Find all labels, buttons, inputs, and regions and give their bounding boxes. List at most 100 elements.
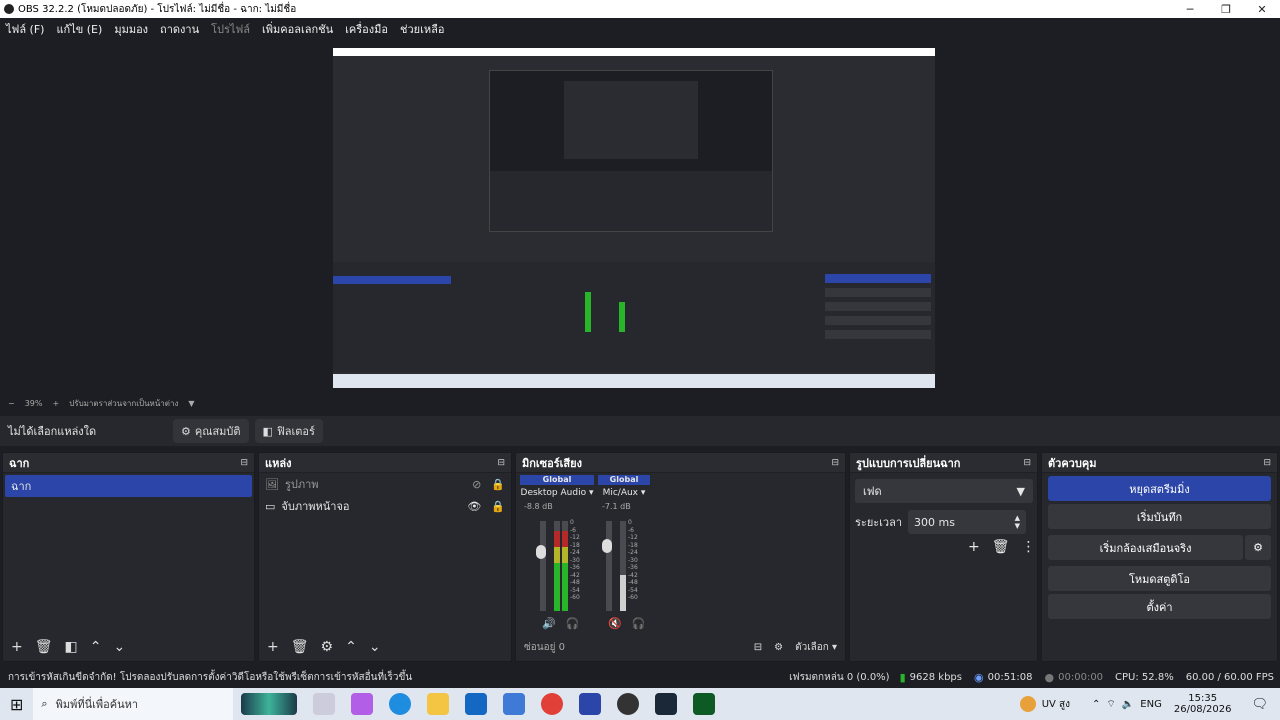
maximize-button[interactable]: ❐ [1208,3,1244,16]
trash-icon[interactable]: 🗑 [35,639,53,655]
chrome-icon[interactable] [541,693,564,715]
store-icon[interactable] [465,693,488,715]
down-arrow-icon[interactable]: ⌄ [113,639,125,655]
preview-canvas[interactable] [333,48,935,388]
stop-streaming-button[interactable]: หยุดสตรีมมิ่ง [1048,476,1271,501]
weather-text[interactable]: UV สูง [1042,697,1070,712]
studio-mode-button[interactable]: โหมดสตูดิโอ [1048,566,1271,591]
eye-icon[interactable]: 👁 [467,500,481,513]
eye-hidden-icon[interactable]: ⊘ [472,478,481,491]
headphones-icon[interactable]: 🎧 [566,617,580,630]
file-explorer-icon[interactable] [427,693,450,715]
gear-icon[interactable]: ⚙ [321,639,334,655]
source-toolbar: ไม่ได้เลือกแหล่งใด ⚙ คุณสมบัติ ◧ ฟิลเตอร… [0,416,1280,446]
volume-slider-track[interactable] [606,521,612,611]
volume-icon[interactable]: 🔈 [1122,699,1134,710]
lang-indicator[interactable]: ENG [1140,699,1162,710]
filters-button[interactable]: ◧ ฟิลเตอร์ [254,419,323,443]
channel-db: -7.1 dB [602,502,631,511]
menu-scene-collection[interactable]: เพิ่มคอลเลกชัน [262,20,333,38]
chevron-down-icon: ▼ [1016,484,1025,498]
start-recording-button[interactable]: เริ่มบันทึก [1048,504,1271,529]
source-item[interactable]: 🖼 รูปภาพ ⊘ 🔒 [259,473,511,495]
mixer-header: มิกเซอร์เสียง ⊟ [516,453,845,473]
volume-slider-handle[interactable] [602,539,612,553]
trash-icon[interactable]: 🗑 [291,639,309,655]
windows-taskbar: ⊞ ⌕ พิมพ์ที่นี่เพื่อค้นหา UV สูง ⌃ ⌔ 🔈 E… [0,688,1280,720]
chevron-up-icon[interactable]: ⌃ [1092,699,1100,710]
undock-icon[interactable]: ⊟ [497,458,505,468]
menu-dock[interactable]: ถาดงาน [160,20,199,38]
lock-icon[interactable]: 🔒 [491,500,505,513]
nested-docks [490,171,772,231]
transition-select[interactable]: เฟด ▼ [855,479,1033,503]
scale-mode-dropdown[interactable]: ▼ [188,399,194,408]
add-icon[interactable]: + [267,639,279,655]
app-icon[interactable] [579,693,602,715]
scene-item[interactable]: ฉาก [5,475,252,497]
speaker-icon[interactable]: 🔊 [542,617,556,630]
clock[interactable]: 15:35 26/08/2026 [1174,693,1232,715]
stepper-icon[interactable]: ▲ ▼ [1015,514,1020,530]
undock-icon[interactable]: ⊟ [831,458,839,468]
obs-icon[interactable] [617,693,640,715]
lock-icon[interactable]: 🔒 [491,478,505,491]
window-title: OBS 32.2.2 (โหมดปลอดภัย) - โปรไฟล์: ไม่ม… [18,3,297,15]
virtual-camera-button[interactable]: เริ่มกล้องเสมือนจริง [1048,535,1243,560]
channel-name[interactable]: Desktop Audio ▾ [520,488,594,498]
minimize-button[interactable]: ─ [1172,3,1208,16]
menu-profile[interactable]: โปรไฟล์ [211,20,250,38]
trash-icon[interactable]: 🗑 [992,539,1010,555]
scenes-title: ฉาก [9,456,30,470]
edge-icon[interactable] [389,693,412,715]
muted-speaker-icon[interactable]: 🔇 [608,617,622,630]
close-button[interactable]: ✕ [1244,3,1280,16]
add-icon[interactable]: + [11,639,23,655]
headphones-icon[interactable]: 🎧 [632,617,646,630]
preview-zoom-bar: − 39% + ปรับมาตราส่วนจากเป็นหน้าต่าง ▼ [0,396,1280,410]
zoom-out-button[interactable]: − [8,399,15,408]
notification-icon[interactable]: 🗨 [1251,697,1268,712]
windows-start-icon[interactable]: ⊞ [10,695,23,714]
more-icon[interactable]: ⋮ [1022,539,1036,555]
network-icon[interactable]: ⌔ [1106,698,1115,711]
undock-icon[interactable]: ⊟ [1263,458,1271,468]
layout-icon[interactable]: ⊟ [754,642,762,653]
volume-slider-handle[interactable] [536,545,546,559]
steam-icon[interactable] [655,693,678,715]
weather-icon[interactable] [1019,696,1036,712]
undock-icon[interactable]: ⊟ [240,458,248,468]
stream-time: 00:51:08 [987,671,1033,683]
scale-mode-label[interactable]: ปรับมาตราส่วนจากเป็นหน้าต่าง [69,397,178,410]
copilot-icon[interactable] [351,693,374,715]
menu-help[interactable]: ช่วยเหลือ [400,20,444,38]
up-arrow-icon[interactable]: ⌃ [345,639,357,655]
up-arrow-icon[interactable]: ⌃ [90,639,102,655]
aurora-widget-icon[interactable] [241,693,298,715]
duration-input[interactable]: 300 ms ▲ ▼ [908,510,1027,534]
gear-icon[interactable]: ⚙ [1245,535,1271,560]
add-icon[interactable]: + [968,539,980,555]
taskbar-search[interactable]: ⌕ พิมพ์ที่นี่เพื่อค้นหา [33,688,234,720]
properties-button[interactable]: ⚙ คุณสมบัติ [173,419,249,443]
mixer-options-button[interactable]: ตัวเลือก ▾ [795,640,837,655]
scenes-footer: + 🗑 ◧ ⌃ ⌄ [3,633,254,661]
menu-view[interactable]: มุมมอง [114,20,148,38]
channel-name[interactable]: Mic/Aux ▾ [598,488,650,498]
volume-slider-track[interactable] [540,521,546,611]
down-arrow-icon[interactable]: ⌄ [369,639,381,655]
source-item[interactable]: ▭ จับภาพหน้าจอ 👁 🔒 [259,495,511,517]
hidden-count[interactable]: ซ่อนอยู่ 0 [524,640,565,655]
menu-edit[interactable]: แก้ไข (E) [56,20,102,38]
menu-file[interactable]: ไฟล์ (F) [6,20,44,38]
undock-icon[interactable]: ⊟ [1023,458,1031,468]
menu-tools[interactable]: เครื่องมือ [345,20,388,38]
filter-icon[interactable]: ◧ [65,639,78,655]
task-view-icon[interactable] [313,693,336,715]
zoom-in-button[interactable]: + [52,399,59,408]
app-icon[interactable] [693,693,716,715]
advanced-audio-icon[interactable]: ⚙ [774,642,783,653]
outlook-icon[interactable] [503,693,526,715]
settings-button[interactable]: ตั้งค่า [1048,594,1271,619]
nested-taskbar [333,374,935,388]
